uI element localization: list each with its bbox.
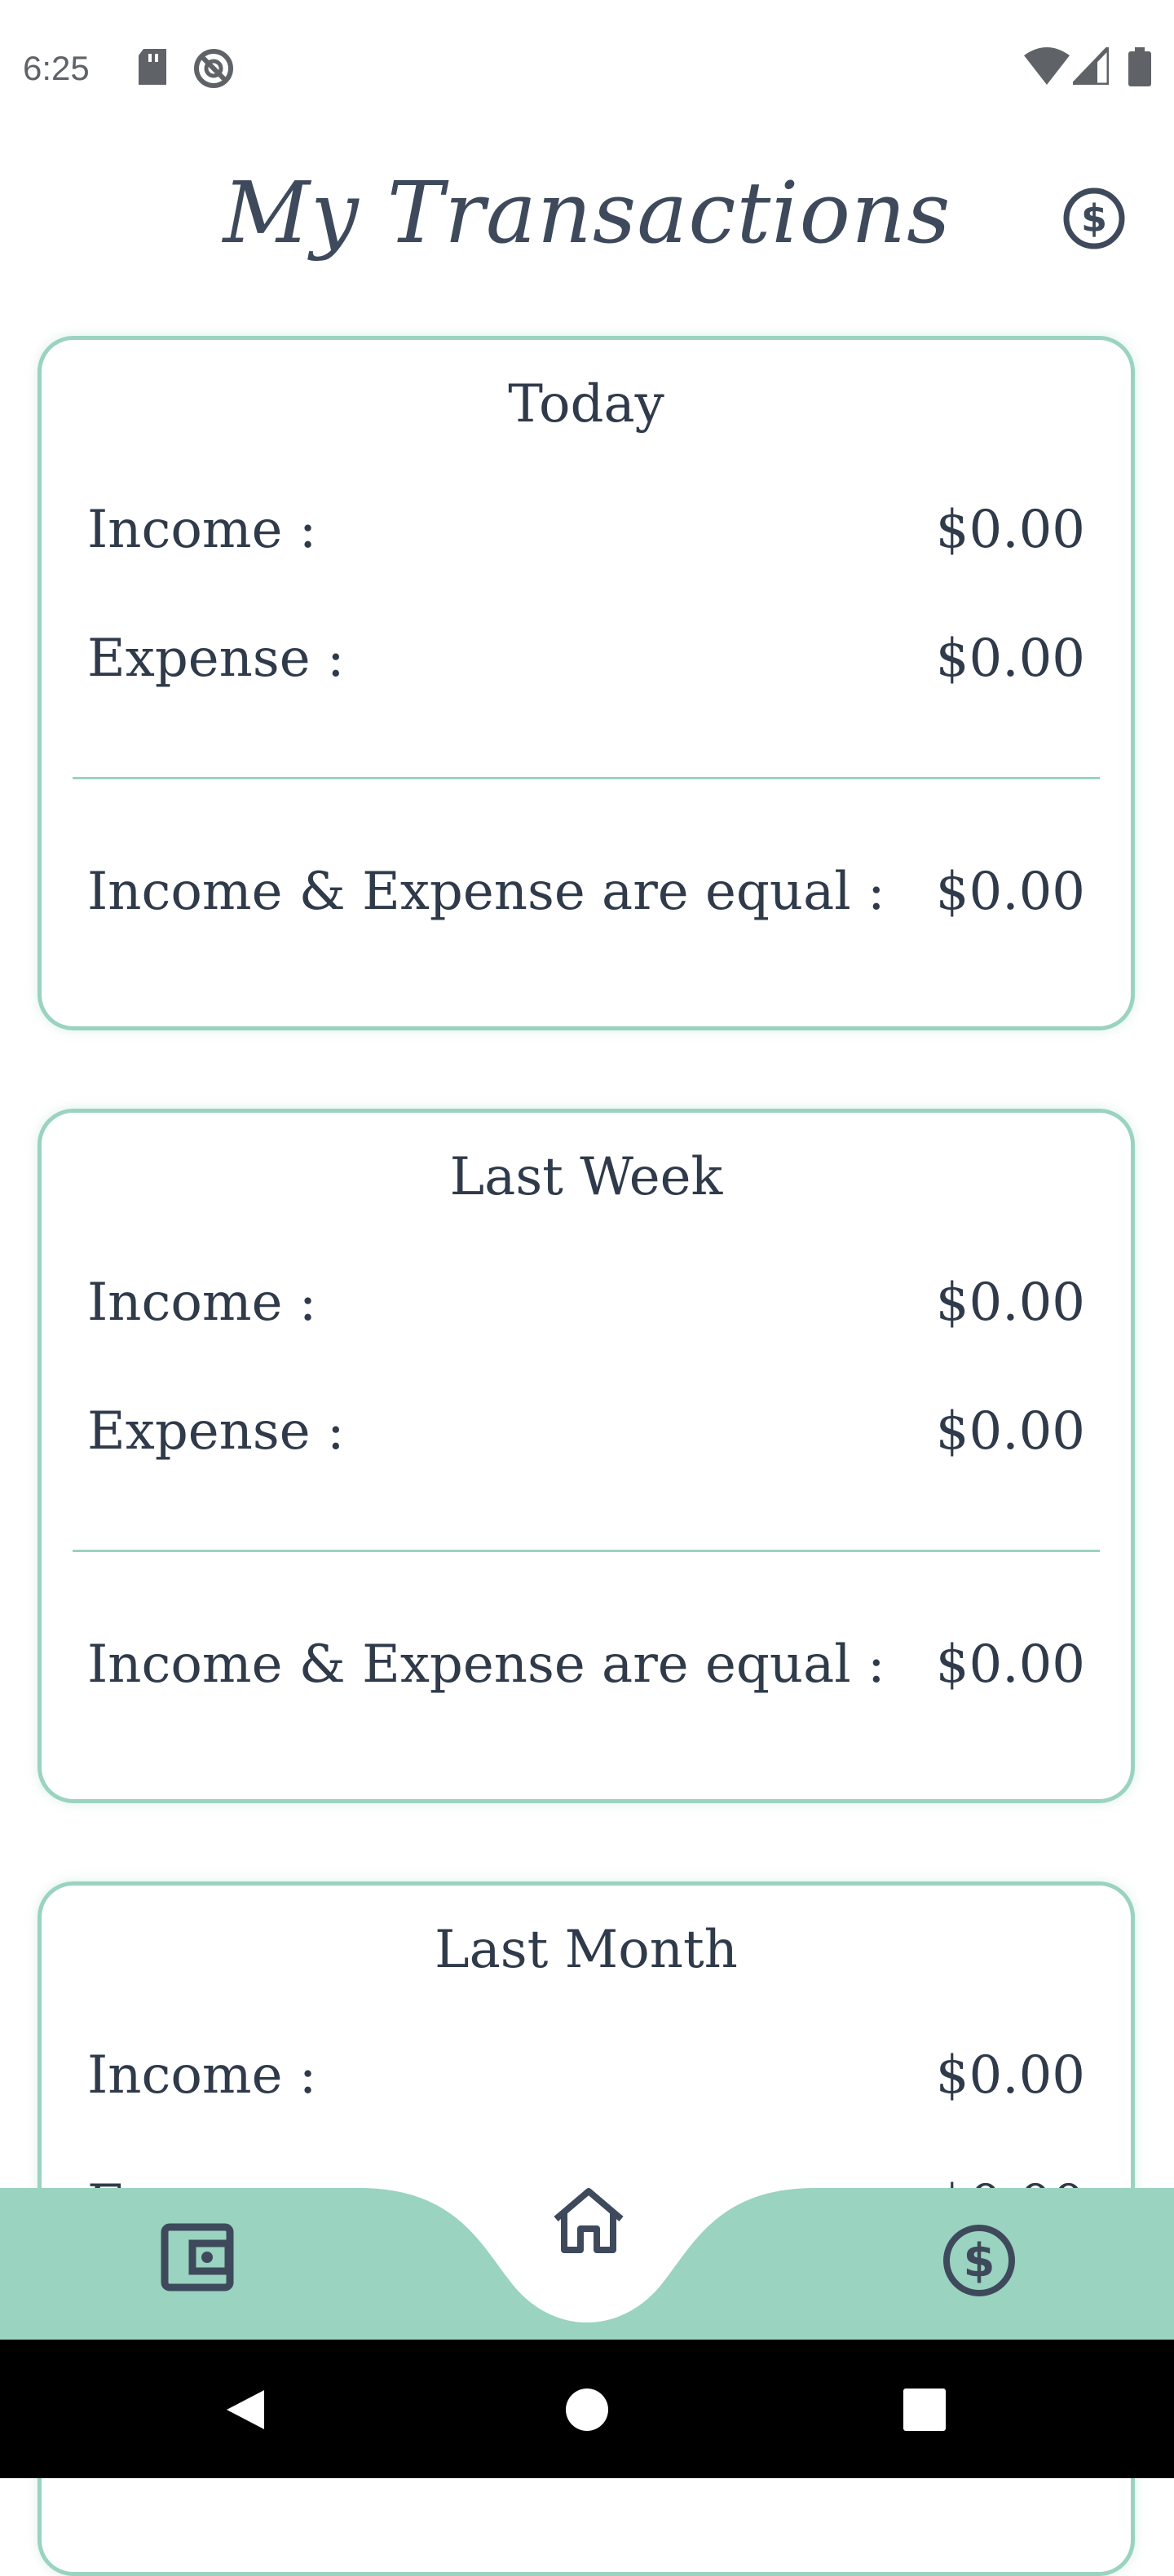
divider <box>73 777 1100 779</box>
page-title: My Transactions <box>223 163 951 262</box>
income-value: $0.00 <box>935 1273 1085 1333</box>
income-label: Income : <box>87 500 317 560</box>
card-title: Last Week <box>449 1147 723 1207</box>
sd-card-icon <box>139 49 166 85</box>
expense-value: $0.00 <box>935 1401 1085 1462</box>
expense-label: Expense : <box>87 629 345 689</box>
expense-label: Expense : <box>87 1401 345 1462</box>
recents-button[interactable] <box>902 2389 947 2431</box>
dollar-circle-icon[interactable]: $ <box>941 2222 1017 2299</box>
balance-value: $0.00 <box>935 862 1085 922</box>
back-button[interactable] <box>222 2387 267 2433</box>
balance-label: Income & Expense are equal : <box>87 1634 885 1695</box>
system-nav-bar <box>0 2340 1174 2478</box>
balance-label: Income & Expense are equal : <box>87 862 885 922</box>
card-title: Today <box>508 374 664 434</box>
income-value: $0.00 <box>935 2045 1085 2106</box>
income-label: Income : <box>87 1273 317 1333</box>
income-value: $0.00 <box>935 500 1085 560</box>
cell-signal-icon <box>1073 47 1109 85</box>
income-label: Income : <box>87 2045 317 2106</box>
dollar-circle-icon[interactable]: $ <box>1061 186 1127 251</box>
status-bar: 6:25 <box>0 0 1174 139</box>
svg-text:$: $ <box>964 2234 995 2287</box>
do-not-disturb-icon <box>194 49 233 88</box>
summary-card-last-week: Last Week Income : $0.00 Expense : $0.00… <box>38 1109 1135 1803</box>
expense-value: $0.00 <box>935 629 1085 689</box>
balance-value: $0.00 <box>935 1634 1085 1695</box>
home-button[interactable] <box>564 2387 610 2433</box>
wifi-icon <box>1024 47 1070 85</box>
summary-card-today: Today Income : $0.00 Expense : $0.00 Inc… <box>38 336 1135 1030</box>
wallet-icon[interactable] <box>160 2222 235 2292</box>
battery-icon <box>1128 47 1151 86</box>
divider <box>73 1550 1100 1552</box>
svg-text:$: $ <box>1081 196 1107 240</box>
home-icon[interactable] <box>551 2186 626 2255</box>
card-title: Last Month <box>435 1920 738 1980</box>
status-time: 6:25 <box>23 49 90 87</box>
